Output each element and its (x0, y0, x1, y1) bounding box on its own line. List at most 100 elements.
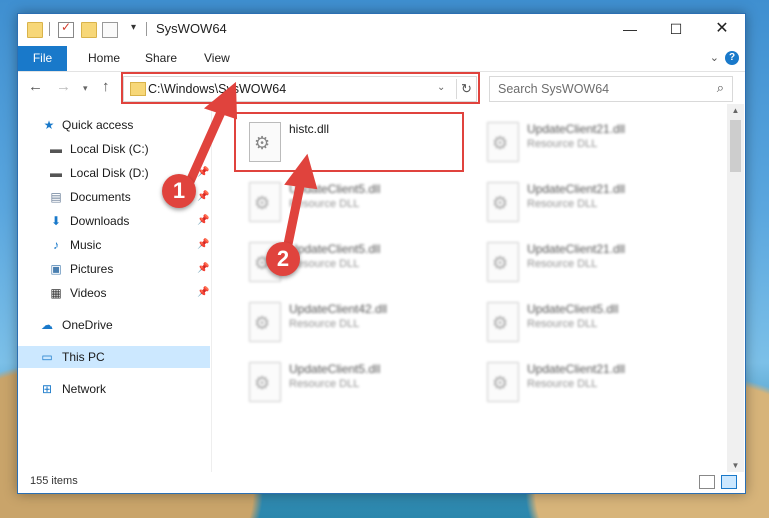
tiles-view-icon[interactable] (721, 475, 737, 489)
file-item[interactable]: UpdateClient42.dll Resource DLL (239, 294, 469, 348)
pin-icon: 📌 (197, 287, 210, 298)
sidebar-item-label: OneDrive (62, 318, 113, 332)
sidebar-item-music[interactable]: ♪ Music 📌 (18, 234, 210, 256)
network-icon: ⊞ (41, 382, 53, 396)
file-item[interactable]: UpdateClient5.dll Resource DLL (477, 294, 707, 348)
rename-icon[interactable] (102, 22, 118, 38)
folder-icon (27, 22, 43, 38)
sidebar-item-label: Network (62, 382, 107, 396)
pin-icon: 📌 (197, 263, 210, 274)
title-bar: ▾ SysWOW64 — ☐ ✕ (18, 14, 745, 46)
window-title: SysWOW64 (156, 21, 227, 36)
file-type: Resource DLL (527, 258, 598, 270)
dll-file-icon (249, 182, 281, 222)
documents-icon: ▤ (50, 190, 62, 204)
file-type: Resource DLL (289, 378, 360, 390)
sidebar-item-quick-access[interactable]: ★ Quick access (18, 114, 210, 136)
music-icon: ♪ (53, 238, 59, 252)
pane-divider[interactable] (211, 104, 212, 472)
item-count: 155 items (30, 475, 78, 487)
cloud-icon: ☁ (41, 318, 53, 332)
file-highlight (234, 112, 464, 172)
dll-file-icon (487, 242, 519, 282)
forward-arrow-icon[interactable]: → (56, 78, 71, 95)
quick-access-divider (49, 22, 50, 36)
dll-file-icon (487, 122, 519, 162)
file-name: UpdateClient21.dll (527, 122, 626, 136)
tab-file[interactable]: File (18, 46, 67, 71)
dll-file-icon (487, 302, 519, 342)
scroll-down-icon[interactable]: ▼ (727, 461, 744, 470)
recent-locations-icon[interactable]: ▾ (83, 83, 88, 94)
sidebar-item-pictures[interactable]: ▣ Pictures 📌 (18, 258, 210, 280)
sidebar-item-label: Videos (70, 286, 107, 300)
sidebar-item-downloads[interactable]: ⬇ Downloads 📌 (18, 210, 210, 232)
computer-icon: ▭ (41, 350, 53, 364)
file-name: UpdateClient21.dll (527, 242, 626, 256)
maximize-button[interactable]: ☐ (653, 14, 699, 46)
status-bar: 155 items (18, 471, 745, 493)
file-name: UpdateClient5.dll (527, 302, 619, 316)
sidebar-item-label: This PC (62, 350, 105, 364)
dll-file-icon (249, 302, 281, 342)
drive-icon: ▬ (50, 142, 62, 156)
sidebar-item-label: Downloads (70, 214, 130, 228)
sidebar-item-label: Pictures (70, 262, 114, 276)
downloads-icon: ⬇ (50, 214, 62, 228)
properties-icon[interactable] (58, 20, 74, 38)
help-icon[interactable]: ? (725, 51, 739, 65)
file-item[interactable]: UpdateClient21.dll Resource DLL (477, 114, 707, 168)
pin-icon: 📌 (197, 167, 210, 178)
file-name: UpdateClient42.dll (289, 302, 388, 316)
star-icon: ★ (43, 118, 55, 132)
sidebar-item-label: Local Disk (C:) (70, 142, 149, 156)
file-item[interactable]: UpdateClient21.dll Resource DLL (477, 174, 707, 228)
file-type: Resource DLL (527, 378, 598, 390)
customize-toolbar-icon[interactable]: ▾ (131, 22, 136, 33)
tab-view[interactable]: View (204, 46, 230, 71)
search-placeholder: Search SysWOW64 (498, 82, 610, 96)
file-type: Resource DLL (527, 318, 598, 330)
sidebar-item-label: Quick access (62, 118, 134, 132)
dll-file-icon (487, 362, 519, 402)
dll-file-icon (249, 362, 281, 402)
tab-home[interactable]: Home (88, 46, 120, 71)
scrollbar-thumb[interactable] (730, 120, 741, 172)
pin-icon: 📌 (197, 191, 210, 202)
file-type: Resource DLL (289, 318, 360, 330)
file-name: UpdateClient5.dll (289, 242, 381, 256)
sidebar-item-onedrive[interactable]: ☁ OneDrive (18, 314, 210, 336)
expand-ribbon-icon[interactable]: ⌄ (710, 51, 719, 64)
file-item[interactable]: UpdateClient21.dll Resource DLL (477, 234, 707, 288)
vertical-scrollbar[interactable]: ▲ ▼ (727, 104, 744, 472)
sidebar-item-label: Local Disk (D:) (70, 166, 149, 180)
search-icon[interactable]: ⌕ (717, 80, 724, 96)
file-item[interactable]: UpdateClient5.dll Resource DLL (239, 354, 469, 408)
scroll-up-icon[interactable]: ▲ (727, 106, 744, 115)
file-name: UpdateClient21.dll (527, 362, 626, 376)
tab-share[interactable]: Share (145, 46, 177, 71)
ribbon: File Home Share View ⌄ ? (18, 46, 745, 72)
up-arrow-icon[interactable]: ↑ (102, 78, 110, 95)
sidebar-item-network[interactable]: ⊞ Network (18, 378, 210, 400)
file-item[interactable]: UpdateClient21.dll Resource DLL (477, 354, 707, 408)
sidebar-item-videos[interactable]: ▦ Videos 📌 (18, 282, 210, 304)
close-button[interactable]: ✕ (699, 14, 745, 46)
step-1-marker: 1 (162, 174, 196, 208)
back-arrow-icon[interactable]: ← (28, 78, 43, 95)
dll-file-icon (487, 182, 519, 222)
file-item[interactable]: UpdateClient5.dll Resource DLL (239, 174, 469, 228)
file-name: UpdateClient5.dll (289, 182, 381, 196)
file-type: Resource DLL (527, 198, 598, 210)
sidebar-item-label: Documents (70, 190, 131, 204)
pin-icon: 📌 (197, 215, 210, 226)
sidebar-item-this-pc[interactable]: ▭ This PC (18, 346, 210, 368)
sidebar-item-local-disk-c[interactable]: ▬ Local Disk (C:) (18, 138, 210, 160)
details-view-icon[interactable] (699, 475, 715, 489)
file-name: UpdateClient5.dll (289, 362, 381, 376)
sidebar-item-label: Music (70, 238, 102, 252)
new-folder-icon[interactable] (81, 22, 97, 38)
minimize-button[interactable]: — (607, 14, 653, 46)
search-input[interactable]: Search SysWOW64 ⌕ (489, 76, 733, 102)
pictures-icon: ▣ (50, 262, 62, 276)
